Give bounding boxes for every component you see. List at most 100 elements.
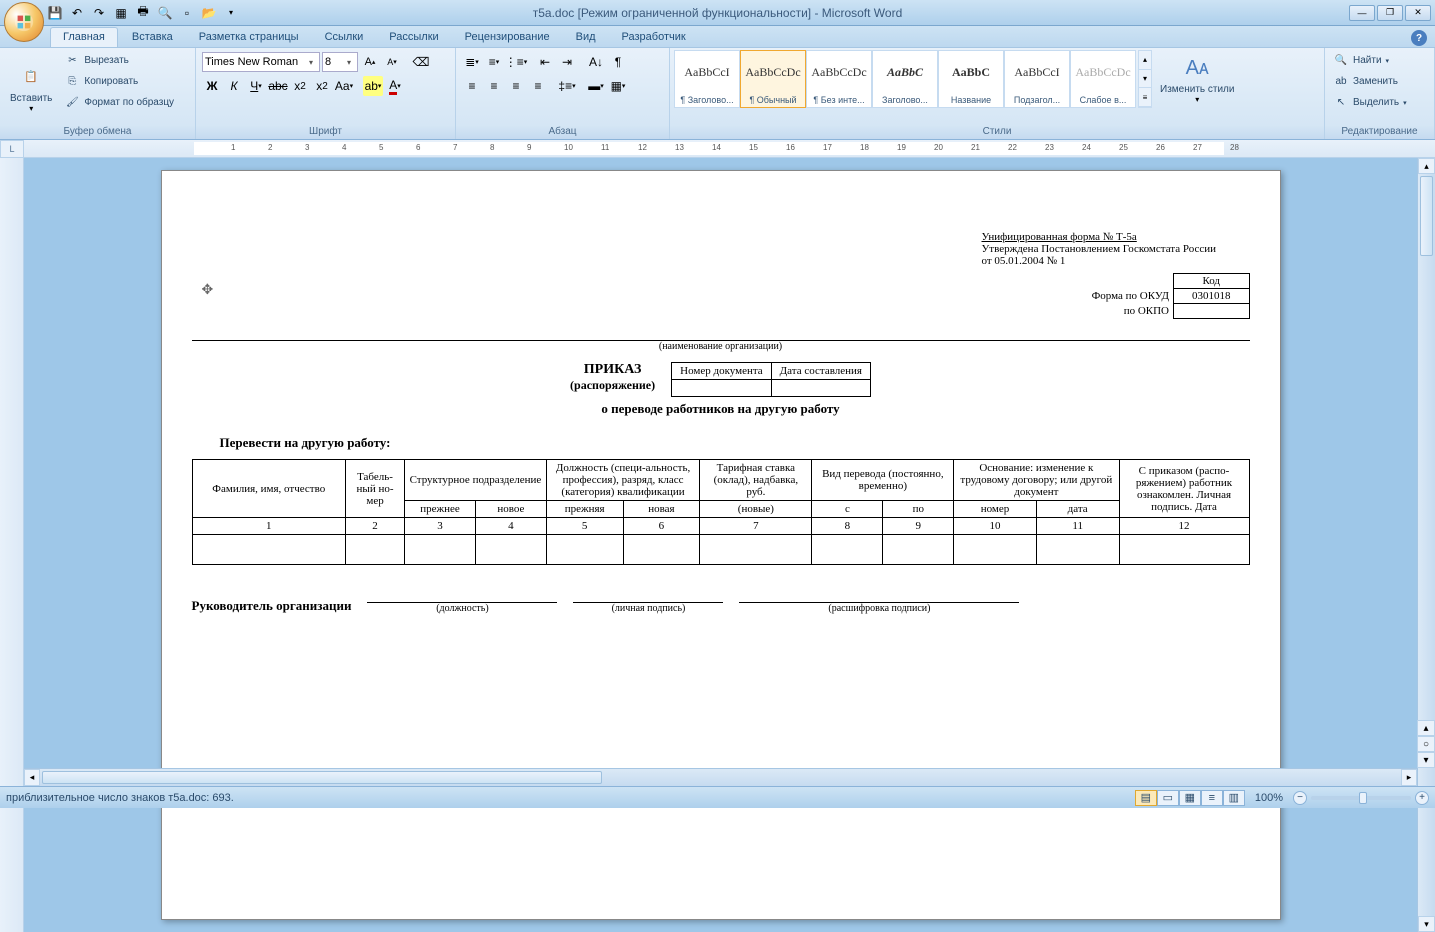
qat-save-icon[interactable]: 💾	[46, 4, 64, 22]
align-center-button[interactable]: ≡	[484, 76, 504, 96]
replace-button[interactable]: abЗаменить	[1329, 71, 1411, 92]
document-viewport[interactable]: ✥ Унифицированная форма № Т-5а Утвержден…	[24, 158, 1417, 932]
style-item[interactable]: AaBbCЗаголово...	[872, 50, 938, 108]
borders-button[interactable]: ▦▾	[608, 76, 628, 96]
view-reading[interactable]: ▭	[1157, 790, 1179, 806]
qat-redo-icon[interactable]: ↷	[90, 4, 108, 22]
sort-button[interactable]: A↓	[586, 52, 606, 72]
tab-developer[interactable]: Разработчик	[610, 28, 698, 47]
styles-gallery[interactable]: AaBbCcI¶ Заголово...AaBbCcDc¶ ОбычныйAaB…	[674, 50, 1136, 108]
line-spacing-button[interactable]: ‡≡▾	[557, 76, 577, 96]
chevron-down-icon[interactable]: ▾	[343, 58, 355, 67]
tab-view[interactable]: Вид	[564, 28, 608, 47]
maximize-button[interactable]: ❐	[1377, 5, 1403, 21]
cut-button[interactable]: ✂Вырезать	[60, 50, 178, 71]
zoom-in-button[interactable]: +	[1415, 791, 1429, 805]
font-size-combo[interactable]: 8▾	[322, 52, 358, 72]
qat-undo-icon[interactable]: ↶	[68, 4, 86, 22]
highlight-button[interactable]: ab▾	[363, 76, 383, 96]
scroll-up-icon[interactable]: ▴	[1418, 158, 1435, 174]
view-print-layout[interactable]: ▤	[1135, 790, 1157, 806]
status-text: приблизительное число знаков т5а.doc: 69…	[6, 792, 234, 804]
table-anchor-icon[interactable]: ✥	[202, 281, 214, 298]
qat-open-icon[interactable]: 📂	[200, 4, 218, 22]
browse-object-icon[interactable]: ○	[1417, 736, 1435, 752]
view-draft[interactable]: ▥	[1223, 790, 1245, 806]
style-item[interactable]: AaBbCНазвание	[938, 50, 1004, 108]
zoom-slider-track[interactable]	[1311, 796, 1411, 800]
shrink-font-button[interactable]: A▾	[382, 52, 402, 72]
style-item[interactable]: AaBbCcI¶ Заголово...	[674, 50, 740, 108]
align-left-button[interactable]: ≡	[462, 76, 482, 96]
view-web[interactable]: ▦	[1179, 790, 1201, 806]
qat-dropdown-icon[interactable]: ▾	[222, 4, 240, 22]
view-outline[interactable]: ≡	[1201, 790, 1223, 806]
help-icon[interactable]: ?	[1411, 30, 1427, 46]
vertical-scrollbar[interactable]: ▴ ▾	[1417, 158, 1435, 932]
scroll-left-icon[interactable]: ◂	[24, 769, 40, 786]
show-marks-button[interactable]: ¶	[608, 52, 628, 72]
change-styles-button[interactable]: Aᴀ Изменить стили ▾	[1154, 50, 1240, 106]
tab-references[interactable]: Ссылки	[313, 28, 376, 47]
grow-font-button[interactable]: A▴	[360, 52, 380, 72]
qat-preview-icon[interactable]: 🔍	[156, 4, 174, 22]
horizontal-ruler[interactable]: 1234567891011121314151617181920212223242…	[24, 140, 1435, 158]
qat-new-icon[interactable]: ▫	[178, 4, 196, 22]
copy-button[interactable]: ⎘Копировать	[60, 71, 178, 92]
scroll-thumb[interactable]	[1420, 176, 1433, 256]
change-case-button[interactable]: Aa▾	[334, 76, 354, 96]
numbering-button[interactable]: ≡▾	[484, 52, 504, 72]
scroll-right-icon[interactable]: ▸	[1401, 769, 1417, 786]
zoom-slider-thumb[interactable]	[1359, 792, 1367, 804]
tab-review[interactable]: Рецензирование	[453, 28, 562, 47]
subscript-button[interactable]: x2	[290, 76, 310, 96]
style-item[interactable]: AaBbCcDc¶ Без инте...	[806, 50, 872, 108]
superscript-button[interactable]: x2	[312, 76, 332, 96]
brush-icon: 🖌	[64, 95, 80, 111]
format-painter-button[interactable]: 🖌Формат по образцу	[60, 92, 178, 113]
indent-dec-button[interactable]: ⇤	[535, 52, 555, 72]
style-item[interactable]: AaBbCcDcСлабое в...	[1070, 50, 1136, 108]
clear-format-button[interactable]: ⌫	[411, 52, 431, 72]
strike-button[interactable]: abc	[268, 76, 288, 96]
find-button[interactable]: 🔍Найти ▾	[1329, 50, 1411, 71]
horizontal-scrollbar[interactable]: ◂ ▸	[24, 768, 1417, 786]
align-justify-button[interactable]: ≡	[528, 76, 548, 96]
chevron-down-icon[interactable]: ▾	[305, 58, 317, 67]
multilevel-button[interactable]: ⋮≡▾	[506, 52, 526, 72]
font-family-combo[interactable]: Times New Roman▾	[202, 52, 320, 72]
hscroll-thumb[interactable]	[42, 771, 602, 784]
indent-inc-button[interactable]: ⇥	[557, 52, 577, 72]
align-right-button[interactable]: ≡	[506, 76, 526, 96]
vertical-ruler[interactable]	[0, 158, 24, 932]
zoom-value[interactable]: 100%	[1255, 792, 1283, 804]
minimize-button[interactable]: —	[1349, 5, 1375, 21]
tab-insert[interactable]: Вставка	[120, 28, 185, 47]
next-page-icon[interactable]: ▾	[1417, 752, 1435, 768]
ruler-corner[interactable]: L	[0, 140, 24, 158]
bold-button[interactable]: Ж	[202, 76, 222, 96]
font-color-button[interactable]: A▾	[385, 76, 405, 96]
tab-layout[interactable]: Разметка страницы	[187, 28, 311, 47]
office-button[interactable]	[4, 2, 44, 42]
tab-mailings[interactable]: Рассылки	[377, 28, 450, 47]
shading-button[interactable]: ▬▾	[586, 76, 606, 96]
style-item[interactable]: AaBbCcIПодзагол...	[1004, 50, 1070, 108]
scroll-down-icon[interactable]: ▾	[1418, 916, 1435, 932]
qat-table-icon[interactable]: ▦	[112, 4, 130, 22]
qat-quickprint-icon[interactable]: 🖶	[134, 4, 152, 22]
gallery-up-icon[interactable]: ▴	[1139, 51, 1151, 70]
tab-home[interactable]: Главная	[50, 27, 118, 47]
close-button[interactable]: ✕	[1405, 5, 1431, 21]
styles-scroll[interactable]: ▴ ▾ ≡	[1138, 50, 1152, 108]
paste-button[interactable]: 📋 Вставить ▾	[4, 50, 58, 123]
select-button[interactable]: ↖Выделить ▾	[1329, 92, 1411, 113]
bullets-button[interactable]: ≣▾	[462, 52, 482, 72]
gallery-down-icon[interactable]: ▾	[1139, 70, 1151, 89]
underline-button[interactable]: Ч▾	[246, 76, 266, 96]
italic-button[interactable]: К	[224, 76, 244, 96]
style-item[interactable]: AaBbCcDc¶ Обычный	[740, 50, 806, 108]
prev-page-icon[interactable]: ▴	[1417, 720, 1435, 736]
zoom-out-button[interactable]: −	[1293, 791, 1307, 805]
gallery-more-icon[interactable]: ≡	[1139, 88, 1151, 107]
